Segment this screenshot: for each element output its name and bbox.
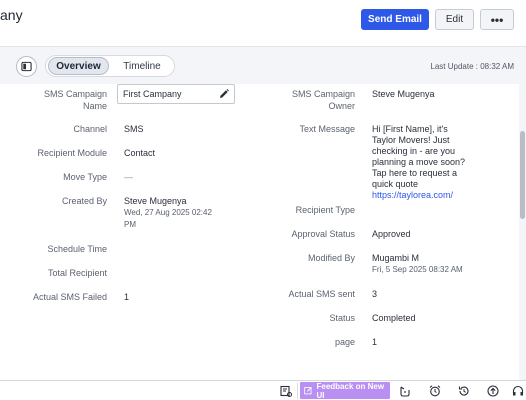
modified-by-label: Modified By [307, 253, 355, 263]
modified-by-value: Mugambi M [372, 253, 420, 263]
channel-value: SMS [124, 124, 144, 134]
edit-feedback-icon [304, 387, 312, 395]
view-tabs: Overview Timeline [45, 55, 175, 77]
reminder-button[interactable] [428, 384, 442, 398]
more-actions-button[interactable]: ••• [480, 9, 514, 30]
last-update-text: Last Update : 08:32 AM [430, 62, 514, 71]
feedback-label: Feedback on New UI [316, 381, 385, 400]
campaign-owner-label: SMS Campaign Owner [240, 88, 355, 112]
campaign-owner-label-line2: Owner [328, 101, 355, 111]
schedule-time-label: Schedule Time [47, 244, 107, 254]
headphone-icon [512, 385, 524, 396]
actual-sms-sent-label: Actual SMS sent [288, 289, 355, 299]
send-email-button[interactable]: Send Email [361, 9, 429, 30]
move-type-label: Move Type [63, 172, 107, 182]
recipient-type-label: Recipient Type [295, 205, 355, 215]
status-label: Status [329, 313, 355, 323]
text-message-line3: checking in - are you [372, 146, 456, 156]
scrollbar-track[interactable] [519, 84, 526, 380]
tab-timeline[interactable]: Timeline [112, 57, 172, 75]
move-type-value: — [124, 172, 133, 182]
channel-label: Channel [73, 124, 107, 134]
text-message-line6: quick quote [372, 179, 419, 189]
toolbar-divider [297, 383, 298, 399]
sidebar-toggle-button[interactable] [16, 56, 37, 77]
campaign-name-label-line2: Name [82, 101, 107, 111]
text-message-line5: Tap here to request a [372, 168, 458, 178]
sidebar-toggle-icon [21, 61, 32, 72]
text-message-label: Text Message [299, 124, 355, 134]
actual-sms-failed-value: 1 [124, 292, 130, 302]
total-recipient-label: Total Recipient [47, 268, 107, 278]
page-value: 1 [372, 337, 378, 347]
actual-sms-failed-label: Actual SMS Failed [32, 292, 107, 302]
actual-sms-sent-value: 3 [372, 289, 378, 299]
created-by-block: Steve Mugenya Wed, 27 Aug 2025 02:42 PM [124, 196, 212, 231]
text-message-line1: Hi [First Name], it's [372, 124, 448, 134]
approval-status-label: Approval Status [291, 229, 355, 239]
crm-record-detail-page: any Send Email Edit ••• Overview Timelin… [0, 0, 526, 400]
campaign-name-label: SMS Campaign Name [0, 88, 107, 112]
feedback-button[interactable]: Feedback on New UI [300, 381, 390, 400]
created-by-time-line1: Wed, 27 Aug 2025 02:42 [124, 208, 212, 217]
layout-button[interactable] [279, 384, 293, 398]
created-by-time-line2: PM [124, 220, 136, 229]
text-message-value: Hi [First Name], it's Taylor Movers! Jus… [372, 124, 482, 201]
history-button[interactable] [457, 384, 471, 398]
scrollbar-thumb[interactable] [520, 131, 525, 219]
text-message-line4: planning a move soon? [372, 157, 466, 167]
record-fields: SMS Campaign Name First Campany Channel … [0, 84, 526, 380]
page-label: page [334, 337, 355, 347]
recipient-module-value: Contact [124, 148, 156, 158]
edit-button[interactable]: Edit [435, 9, 474, 30]
record-header: any Send Email Edit ••• [0, 0, 526, 46]
layout-icon [280, 385, 292, 397]
alarm-icon [429, 385, 441, 397]
modified-by-time: Fri, 5 Sep 2025 08:32 AM [372, 265, 463, 274]
campaign-name-label-line1: SMS Campaign [43, 89, 107, 99]
bot-icon [400, 386, 410, 397]
bottom-toolbar: Feedback on New UI [0, 380, 526, 400]
tab-overview[interactable]: Overview [48, 57, 109, 75]
support-button[interactable] [511, 384, 525, 398]
recipient-module-label: Recipient Module [37, 148, 107, 158]
upload-button[interactable] [486, 384, 500, 398]
campaign-name-field[interactable]: First Campany [117, 84, 235, 104]
text-message-link[interactable]: https://taylorea.com/ [372, 190, 482, 201]
text-message-line2: Taylor Movers! Just [372, 135, 450, 145]
approval-status-value: Approved [372, 229, 411, 239]
modified-by-block: Mugambi M Fri, 5 Sep 2025 08:32 AM [372, 253, 463, 276]
campaign-owner-value: Steve Mugenya [372, 89, 435, 99]
pencil-icon[interactable] [218, 88, 230, 100]
created-by-value: Steve Mugenya [124, 196, 187, 206]
campaign-owner-label-line1: SMS Campaign [291, 89, 355, 99]
history-icon [458, 386, 469, 396]
bot-button[interactable] [398, 384, 412, 398]
record-title: any [0, 7, 23, 23]
created-by-label: Created By [61, 196, 107, 206]
tab-strip: Overview Timeline Last Update : 08:32 AM [0, 46, 526, 84]
status-value: Completed [372, 313, 416, 323]
upload-icon [487, 385, 499, 397]
campaign-name-value: First Campany [123, 89, 182, 99]
